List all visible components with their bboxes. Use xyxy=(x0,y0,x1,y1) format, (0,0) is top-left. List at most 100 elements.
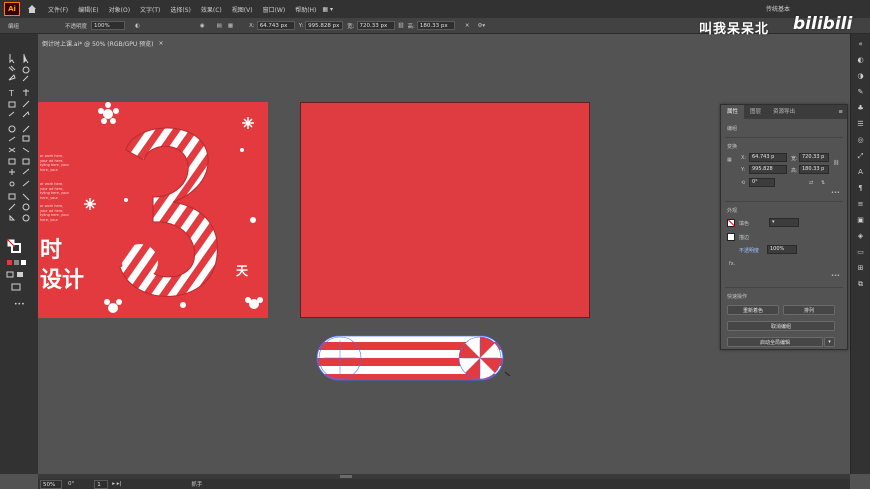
home-icon[interactable] xyxy=(26,3,38,15)
fill-swatch-icon[interactable] xyxy=(727,219,736,228)
menu-effect[interactable]: 效果(C) xyxy=(201,5,222,14)
opacity-label[interactable]: 不透明度 xyxy=(739,247,759,254)
workspace-label[interactable]: 传统基本 xyxy=(766,4,790,13)
x-field-label: X: xyxy=(249,22,255,29)
style-icon[interactable]: ◐ xyxy=(135,23,140,29)
document-tab[interactable]: 倒计时上课.ai* @ 50% (RGB/GPU 预览) × xyxy=(38,38,168,48)
tab-properties[interactable]: 属性 xyxy=(721,105,745,119)
menu-select[interactable]: 选择(S) xyxy=(170,5,191,14)
artboard-small-text: ar work here, your ad here, tyling here,… xyxy=(40,204,69,222)
status-bar: 50% 0° 1 ▸ ▸| 抓手 xyxy=(38,479,850,489)
fill-label: 填色 xyxy=(739,221,750,227)
artboard-right[interactable] xyxy=(300,102,590,318)
artboard-small-text: ar work here, your ad here, tyling here,… xyxy=(40,182,69,200)
y-field[interactable]: 995.828 px xyxy=(305,21,344,30)
menu-edit[interactable]: 编辑(E) xyxy=(78,5,98,14)
artboard-day-char: 天 xyxy=(236,264,249,278)
w-field[interactable]: 720.33 p xyxy=(799,153,829,162)
menu-file[interactable]: 文件(F) xyxy=(48,5,68,14)
divider xyxy=(725,287,843,288)
appearance-icon[interactable]: ◎ xyxy=(855,134,867,146)
paragraph-icon[interactable]: ¶ xyxy=(855,182,867,194)
brushes-icon[interactable]: ✎ xyxy=(855,86,867,98)
y-field[interactable]: 995.828 xyxy=(749,165,787,174)
w-field[interactable]: 720.33 px xyxy=(356,21,395,30)
menu-help[interactable]: 帮助(H) xyxy=(295,5,316,14)
x-field[interactable]: 64.743 px xyxy=(256,21,295,30)
align-icon[interactable]: ⊞ xyxy=(855,262,867,274)
close-tab-icon[interactable]: × xyxy=(159,40,164,47)
candy-bar-selection[interactable] xyxy=(312,330,512,386)
ungroup-button[interactable]: 取消编组 xyxy=(727,321,835,331)
layers-icon[interactable]: ◈ xyxy=(855,230,867,242)
properties-panel: 属性 图层 资源导出 ≡ 编组 变换 ▦ X: 64.743 p 宽: 720.… xyxy=(720,104,848,350)
opacity-label: 不透明度 xyxy=(65,23,88,30)
tab-layers[interactable]: 图层 xyxy=(744,105,767,119)
pathfinder-icon[interactable]: ⧉ xyxy=(855,278,867,290)
svg-text:•••: ••• xyxy=(14,301,25,308)
angle-field[interactable]: 0° xyxy=(749,178,775,187)
stroke-swatch-icon[interactable] xyxy=(727,233,735,241)
flip-vertical-icon[interactable]: ⇅ xyxy=(821,180,825,186)
menu-type[interactable]: 文字(T) xyxy=(140,5,160,14)
link-icon[interactable]: ⛓ xyxy=(398,23,405,29)
h-field[interactable]: 180.33 p xyxy=(799,165,829,174)
symbols-icon[interactable]: ♣ xyxy=(855,102,867,114)
color-icon[interactable]: ◐ xyxy=(855,54,867,66)
tab-asset-export[interactable]: 资源导出 xyxy=(767,105,801,119)
recolor-icon[interactable]: ◉ xyxy=(200,23,205,29)
x-field[interactable]: 64.743 p xyxy=(749,153,787,162)
gradient-icon[interactable]: ▣ xyxy=(855,214,867,226)
align-icon[interactable]: ▤ xyxy=(217,23,222,29)
fill-dropdown[interactable]: ▾ xyxy=(769,218,799,227)
scroll-thumb[interactable] xyxy=(340,475,352,478)
workspace-switcher-icon[interactable]: ▦ ▾ xyxy=(322,6,333,13)
global-edit-options-icon[interactable]: ▾ xyxy=(824,337,835,347)
artboard-left[interactable]: 时 设计 天 ar work here, your ad here, tylin… xyxy=(38,102,268,318)
divider xyxy=(725,137,843,138)
section-appearance: 外观 xyxy=(727,208,738,214)
zoom-field[interactable]: 50% xyxy=(40,479,62,489)
svg-text:T: T xyxy=(8,89,14,98)
app-logo: Ai xyxy=(4,2,20,16)
constrain-link-icon[interactable]: ⛓ xyxy=(833,160,839,166)
color-guide-icon[interactable]: ◑ xyxy=(855,70,867,82)
transform-icon[interactable]: ▦ xyxy=(228,23,233,29)
more-options[interactable]: ••• xyxy=(831,190,840,196)
rotation-label[interactable]: 0° xyxy=(68,481,74,487)
recolor-button[interactable]: 重新着色 xyxy=(727,305,779,315)
h-field[interactable]: 180.33 px xyxy=(416,21,455,30)
transform-options-icon[interactable]: ✕ xyxy=(465,23,470,29)
character-icon[interactable]: A xyxy=(855,166,867,178)
flip-horizontal-icon[interactable]: ⇄ xyxy=(809,180,813,186)
y-field-label: Y: xyxy=(298,22,304,29)
properties-icon[interactable]: ☰ xyxy=(855,118,867,130)
reference-point-icon[interactable]: ▦ xyxy=(727,157,732,163)
w-field-label: 宽: xyxy=(347,23,355,30)
h-field-label: 高: xyxy=(407,23,415,30)
artboard-number[interactable]: 1 xyxy=(94,479,109,489)
uploader-watermark: 叫我呆呆北 xyxy=(699,22,770,37)
start-global-edit-button[interactable]: 启动全局编辑 xyxy=(727,337,823,347)
stroke-icon[interactable]: ≡ xyxy=(855,198,867,210)
expand-panels-icon[interactable]: « xyxy=(855,38,867,50)
menu-object[interactable]: 对象(O) xyxy=(109,5,130,14)
fx-icon[interactable]: fx. xyxy=(729,261,735,267)
opacity-field[interactable]: 100% xyxy=(767,245,797,254)
y-label: Y: xyxy=(741,167,746,173)
tools-icons[interactable]: T ••• xyxy=(0,34,38,474)
transform-icon[interactable]: ⤢ xyxy=(855,150,867,162)
properties-tabs: 属性 图层 资源导出 ≡ xyxy=(721,105,847,119)
artboard-nav-icon[interactable]: ▸ ▸| xyxy=(112,481,121,487)
settings-icon[interactable]: ⚙▾ xyxy=(477,23,485,29)
panel-menu-icon[interactable]: ≡ xyxy=(838,109,843,115)
artboard-small-text: ar work here, your ad here, tyling here,… xyxy=(40,154,69,172)
more-options[interactable]: ••• xyxy=(831,273,840,279)
arrange-button[interactable]: 排列 xyxy=(783,305,835,315)
menu-view[interactable]: 视图(V) xyxy=(232,5,253,14)
artboards-icon[interactable]: ▭ xyxy=(855,246,867,258)
menu-window[interactable]: 窗口(W) xyxy=(263,5,286,14)
opacity-field[interactable]: 100% xyxy=(91,21,126,30)
mode-label: 编组 xyxy=(8,23,20,30)
section-transform: 变换 xyxy=(727,144,738,150)
